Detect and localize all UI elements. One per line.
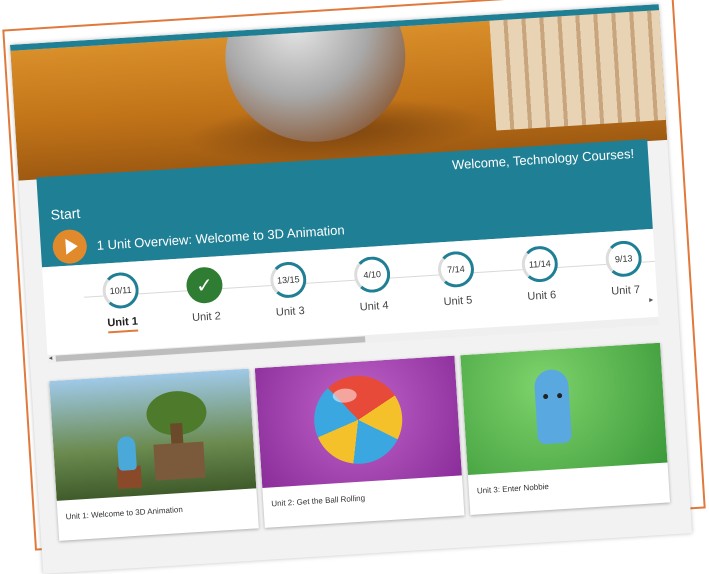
house-art: [153, 441, 206, 481]
progress-text: 10/11: [109, 284, 132, 297]
progress-text: 4/10: [363, 269, 382, 281]
progress-text: 9/13: [614, 253, 633, 265]
unit-label: Unit 5: [443, 294, 473, 309]
unit-5[interactable]: 7/14 Unit 5: [422, 249, 491, 309]
progress-text: 13/15: [276, 274, 300, 286]
unit-label: Unit 1: [107, 315, 139, 334]
progress-ring: 7/14: [436, 250, 476, 289]
card-thumbnail: [254, 355, 462, 488]
progress-text: 7/14: [446, 263, 466, 275]
unit-4[interactable]: 4/10 Unit 4: [338, 255, 407, 315]
scroll-left-icon[interactable]: ◂: [48, 354, 53, 362]
progress-ring: 10/11: [101, 271, 140, 310]
progress-ring: 11/14: [520, 245, 559, 284]
progress-ring: 9/13: [604, 239, 643, 278]
nobbie-art: [533, 368, 573, 445]
unit-card-3[interactable]: Unit 3: Enter Nobbie: [460, 342, 671, 515]
nobbie-art: [116, 435, 137, 471]
play-icon: [64, 238, 78, 255]
unit-label: Unit 3: [275, 304, 306, 319]
unit-7[interactable]: 9/13 Unit 7: [590, 239, 659, 299]
unit-label: Unit 4: [359, 299, 389, 314]
scroll-right-icon[interactable]: ▸: [649, 295, 654, 304]
course-page: Welcome, Technology Courses! Start 1 Uni…: [10, 4, 692, 574]
progress-ring: 13/15: [269, 260, 308, 300]
play-button[interactable]: [51, 228, 88, 265]
check-icon: ✓: [185, 266, 224, 305]
card-thumbnail: [460, 342, 668, 476]
card-thumbnail: [49, 368, 257, 501]
unit-card-2[interactable]: Unit 2: Get the Ball Rolling: [254, 355, 465, 528]
progress-text: 11/14: [528, 258, 552, 270]
welcome-text: Welcome, Technology Courses!: [451, 145, 635, 173]
unit-2[interactable]: ✓ Unit 2: [170, 265, 239, 325]
unit-label: Unit 6: [527, 289, 557, 303]
unit-label: Unit 2: [191, 310, 222, 325]
hero-wall: [489, 10, 667, 131]
unit-1[interactable]: 10/11 Unit 1: [87, 270, 157, 334]
unit-card-1[interactable]: Unit 1: Welcome to 3D Animation: [49, 368, 259, 541]
current-lesson-link[interactable]: 1 Unit Overview: Welcome to 3D Animation: [96, 222, 345, 253]
start-label: Start: [50, 204, 81, 223]
unit-6[interactable]: 11/14 Unit 6: [506, 244, 575, 304]
ball-art: [311, 373, 405, 467]
unit-3[interactable]: 13/15 Unit 3: [254, 260, 323, 320]
unit-label: Unit 7: [610, 283, 641, 298]
progress-ring: 4/10: [353, 255, 392, 294]
